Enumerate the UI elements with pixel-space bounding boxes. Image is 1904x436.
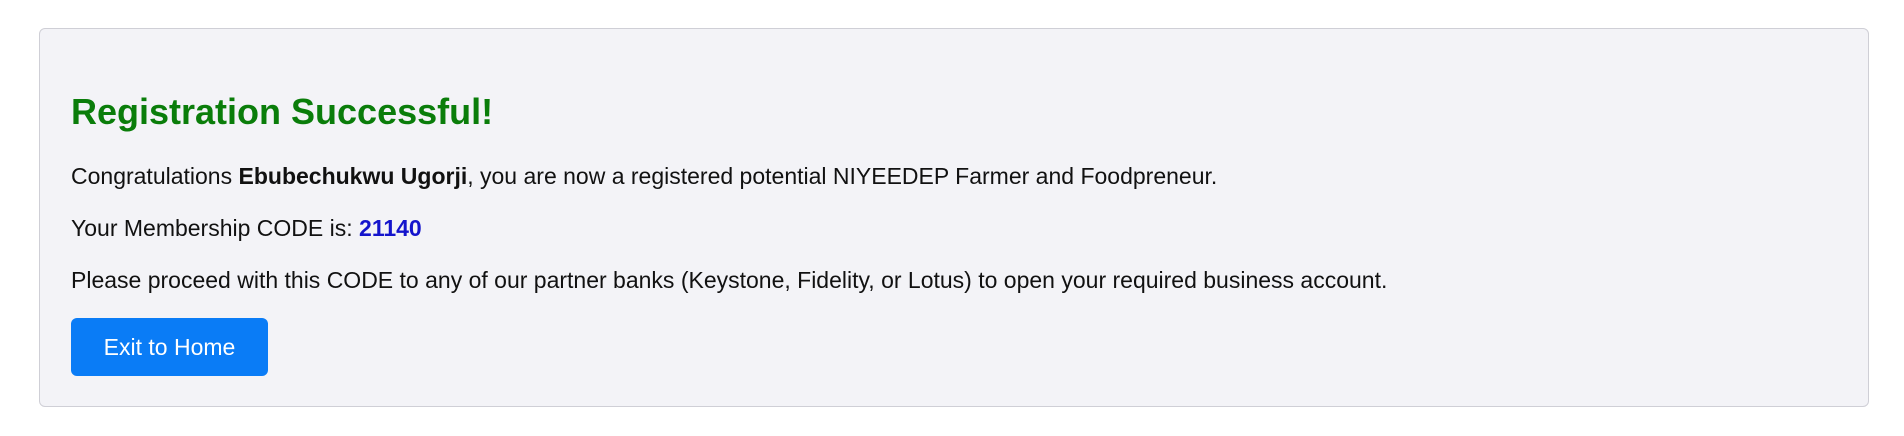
membership-code-message: Your Membership CODE is: 21140 [71,214,422,242]
congratulations-suffix: , you are now a registered potential NIY… [467,163,1218,189]
congratulations-prefix: Congratulations [71,163,239,189]
registered-user-name: Ebubechukwu Ugorji [238,163,468,189]
membership-code-label: Your Membership CODE is: [71,215,360,241]
membership-code-value: 21140 [359,215,422,241]
registration-success-card: Registration Successful! Congratulations… [39,28,1869,407]
exit-to-home-button[interactable]: Exit to Home [71,318,268,376]
bank-instructions: Please proceed with this CODE to any of … [71,267,1388,293]
congratulations-message: Congratulations Ebubechukwu Ugorji, you … [71,162,1217,190]
success-title: Registration Successful! [71,91,494,132]
